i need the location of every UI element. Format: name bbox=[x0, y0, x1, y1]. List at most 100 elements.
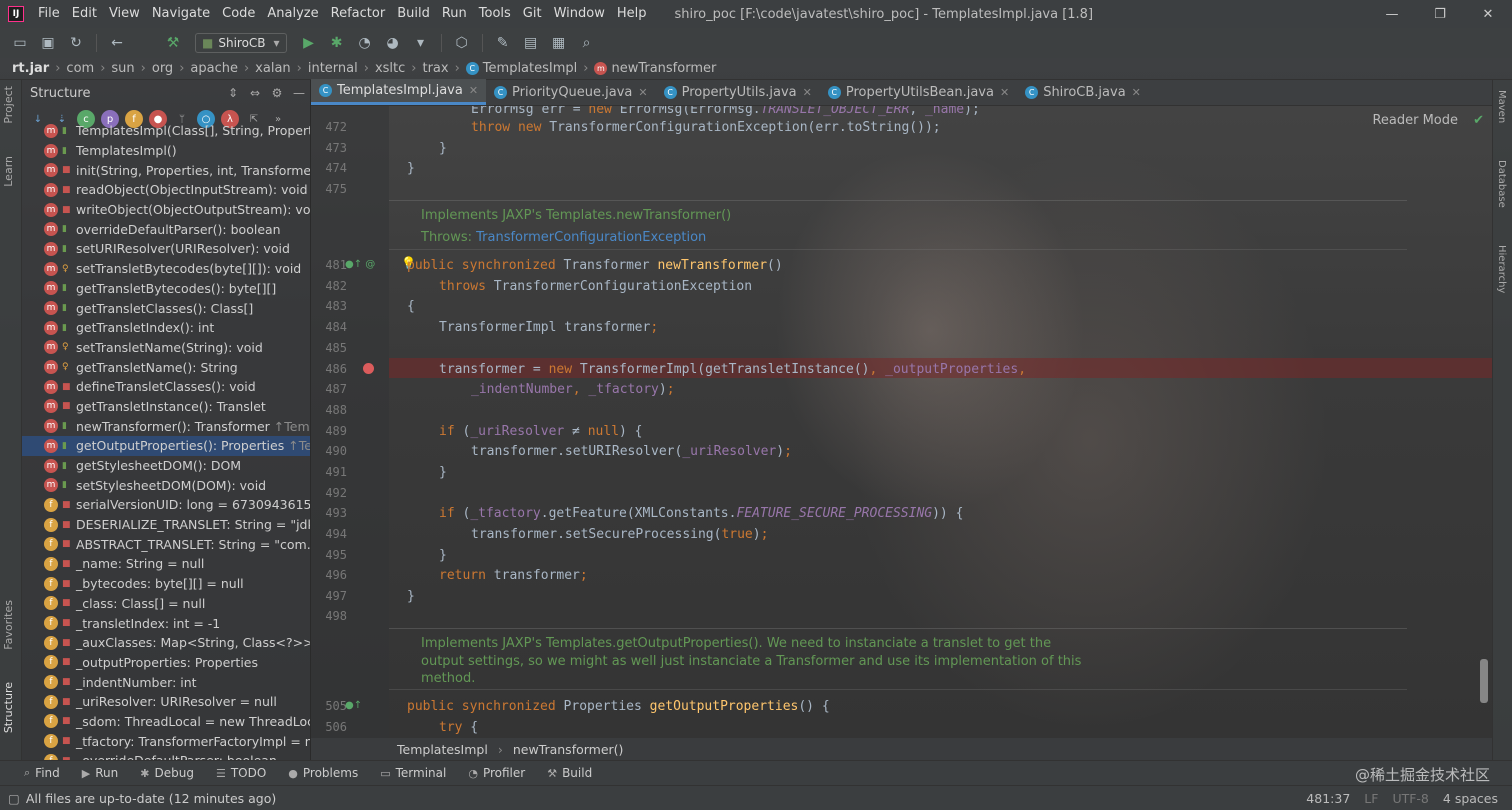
structure-tree-item[interactable]: m ■ init(String, Properties, int, Transfor… bbox=[22, 160, 310, 180]
project-structure-folder-icon[interactable]: ▤ bbox=[520, 32, 542, 54]
hide-panel-icon[interactable]: — bbox=[288, 86, 310, 100]
nav-crumb-apache[interactable]: apache bbox=[190, 61, 238, 76]
sync-icon[interactable]: ↻ bbox=[65, 32, 87, 54]
structure-tree-item[interactable]: m ▮ getTransletClasses(): Class[] bbox=[22, 298, 310, 318]
nav-crumb-class[interactable]: TemplatesImpl bbox=[483, 61, 577, 76]
more-run-chevron-icon[interactable]: ▾ bbox=[410, 32, 432, 54]
structure-tree-item[interactable]: f ■ _bytecodes: byte[][] = null bbox=[22, 574, 310, 594]
minimize-button[interactable]: — bbox=[1368, 7, 1416, 22]
forward-arrow-icon[interactable] bbox=[134, 32, 156, 54]
debug-icon[interactable]: ✱ bbox=[326, 32, 348, 54]
close-icon[interactable]: ✕ bbox=[469, 84, 478, 97]
editor-scrollbar-thumb[interactable] bbox=[1480, 659, 1488, 703]
nav-crumb-xalan[interactable]: xalan bbox=[255, 61, 290, 76]
restore-button[interactable]: ❐ bbox=[1416, 7, 1464, 22]
tool-problems[interactable]: ● Problems bbox=[288, 766, 358, 780]
nav-crumb-trax[interactable]: trax bbox=[422, 61, 448, 76]
tab-priorityqueue[interactable]: C PriorityQueue.java ✕ bbox=[486, 79, 656, 105]
close-icon[interactable]: ✕ bbox=[1132, 86, 1141, 99]
open-folder-icon[interactable]: ▭ bbox=[9, 32, 31, 54]
nav-crumb-sun[interactable]: sun bbox=[111, 61, 134, 76]
breadcrumb-method[interactable]: newTransformer() bbox=[513, 742, 624, 757]
structure-tree-item[interactable]: m ▮ TemplatesImpl() bbox=[22, 141, 310, 161]
close-icon[interactable]: ✕ bbox=[803, 86, 812, 99]
settings-wrench-icon[interactable]: ✎ bbox=[492, 32, 514, 54]
javadoc-link[interactable]: TransformerConfigurationException bbox=[476, 230, 706, 245]
tab-propertyutils[interactable]: C PropertyUtils.java ✕ bbox=[656, 79, 820, 105]
menu-git[interactable]: Git bbox=[517, 0, 548, 28]
tab-propertyutilsbean[interactable]: C PropertyUtilsBean.java ✕ bbox=[820, 79, 1017, 105]
structure-tree-item[interactable]: f ■ _transletIndex: int = -1 bbox=[22, 613, 310, 633]
structure-tree-item[interactable]: m ■ defineTransletClasses(): void bbox=[22, 377, 310, 397]
menu-file[interactable]: File bbox=[32, 0, 66, 28]
code-area[interactable]: ErrorMsg err = new ErrorMsg(ErrorMsg.TRA… bbox=[397, 106, 1492, 738]
structure-tree-item[interactable]: m ■ getTransletInstance(): Translet bbox=[22, 397, 310, 417]
caret-position[interactable]: 481:37 bbox=[1306, 791, 1350, 806]
structure-tree-item[interactable]: m ▮ setURIResolver(URIResolver): void bbox=[22, 239, 310, 259]
menu-window[interactable]: Window bbox=[548, 0, 611, 28]
maven-tool-tab[interactable]: Maven bbox=[1496, 90, 1507, 123]
tool-build[interactable]: ⚒ Build bbox=[547, 766, 592, 780]
nav-crumb-method[interactable]: newTransformer bbox=[611, 61, 716, 76]
structure-tree-item[interactable]: m ▮ getTransletIndex(): int bbox=[22, 318, 310, 338]
nav-crumb-com[interactable]: com bbox=[66, 61, 94, 76]
back-arrow-icon[interactable]: ← bbox=[106, 32, 128, 54]
editor-gutter[interactable] bbox=[311, 106, 389, 738]
close-icon[interactable]: ✕ bbox=[1000, 86, 1009, 99]
structure-tree-item[interactable]: f■_overrideDefaultParser: boolean bbox=[22, 751, 310, 760]
menu-run[interactable]: Run bbox=[436, 0, 473, 28]
status-icon[interactable]: ▢ bbox=[8, 791, 20, 806]
layout-icon[interactable]: ▦ bbox=[548, 32, 570, 54]
tool-find[interactable]: ⌕ Find bbox=[24, 766, 60, 780]
learn-tool-tab[interactable]: Learn bbox=[2, 156, 15, 187]
project-structure-icon[interactable]: ⬡ bbox=[451, 32, 473, 54]
database-tool-tab[interactable]: Database bbox=[1496, 160, 1507, 208]
tool-run[interactable]: ▶ Run bbox=[82, 766, 118, 780]
structure-tree-item[interactable]: f ■ _sdom: ThreadLocal = new ThreadLocal() bbox=[22, 712, 310, 732]
close-window-button[interactable]: ✕ bbox=[1464, 7, 1512, 22]
structure-tree-item[interactable]: f ■ serialVersionUID: long = 6730943615192 bbox=[22, 495, 310, 515]
structure-tree-item[interactable]: f ■ _outputProperties: Properties bbox=[22, 653, 310, 673]
structure-tree-item[interactable]: f ■ ABSTRACT_TRANSLET: String = "com.sur bbox=[22, 534, 310, 554]
breadcrumb-class[interactable]: TemplatesImpl bbox=[397, 742, 488, 757]
expand-all-icon[interactable]: ⇕ bbox=[222, 86, 244, 100]
nav-crumb-org[interactable]: org bbox=[152, 61, 173, 76]
implements-gutter-icon[interactable]: ●↑ bbox=[345, 700, 362, 711]
structure-tree-item[interactable]: f ■ _name: String = null bbox=[22, 554, 310, 574]
indent-setting[interactable]: 4 spaces bbox=[1443, 791, 1498, 806]
structure-tree-item[interactable]: f ■ _tfactory: TransformerFactoryImpl = nu… bbox=[22, 731, 310, 751]
tool-debug[interactable]: ✱ Debug bbox=[140, 766, 194, 780]
structure-tree-item[interactable]: m ▮ getTransletBytecodes(): byte[][] bbox=[22, 279, 310, 299]
run-configuration-select[interactable]: ■ ShiroCB ▾ bbox=[195, 33, 287, 53]
nav-crumb-rt-jar[interactable]: rt.jar bbox=[12, 61, 49, 76]
structure-tree-item[interactable]: m ♀ setTransletBytecodes(byte[][]): void bbox=[22, 259, 310, 279]
structure-tree-item[interactable]: m ♀ getTransletName(): String bbox=[22, 357, 310, 377]
code-editor[interactable]: Reader Mode ✔ 472 473 474 475 481 482 48… bbox=[311, 106, 1492, 738]
hierarchy-tool-tab[interactable]: Hierarchy bbox=[1496, 245, 1507, 293]
structure-tree-item[interactable]: f ■ _class: Class[] = null bbox=[22, 594, 310, 614]
implements-gutter-icon[interactable]: ●↑ @ bbox=[345, 259, 375, 270]
tool-todo[interactable]: ☰ TODO bbox=[216, 766, 266, 780]
save-all-icon[interactable]: ▣ bbox=[37, 32, 59, 54]
line-separator[interactable]: LF bbox=[1364, 791, 1378, 806]
menu-tools[interactable]: Tools bbox=[473, 0, 517, 28]
structure-tree-item[interactable]: m ▮ overrideDefaultParser(): boolean bbox=[22, 219, 310, 239]
nav-crumb-xsltc[interactable]: xsltc bbox=[375, 61, 405, 76]
tool-terminal[interactable]: ▭ Terminal bbox=[380, 766, 446, 780]
file-encoding[interactable]: UTF-8 bbox=[1392, 791, 1428, 806]
structure-tree-item[interactable]: m ■ writeObject(ObjectOutputStream): void bbox=[22, 200, 310, 220]
structure-tree-item[interactable]: m ▮ getStylesheetDOM(): DOM bbox=[22, 456, 310, 476]
structure-tree-item[interactable]: m ♀ setTransletName(String): void bbox=[22, 338, 310, 358]
gear-icon[interactable]: ⚙ bbox=[266, 86, 288, 100]
tool-profiler[interactable]: ◔ Profiler bbox=[468, 766, 525, 780]
structure-tree-item[interactable]: f ■ _auxClasses: Map<String, Class<?>> = n… bbox=[22, 633, 310, 653]
build-hammer-icon[interactable]: ⚒ bbox=[162, 32, 184, 54]
nav-crumb-internal[interactable]: internal bbox=[308, 61, 358, 76]
structure-tree-item[interactable]: m ▮ newTransformer(): Transformer↑Templat bbox=[22, 416, 310, 436]
search-icon[interactable]: ⌕ bbox=[576, 32, 598, 54]
menu-help[interactable]: Help bbox=[611, 0, 653, 28]
close-icon[interactable]: ✕ bbox=[638, 86, 647, 99]
menu-navigate[interactable]: Navigate bbox=[146, 0, 216, 28]
project-tool-tab[interactable]: Project bbox=[2, 86, 15, 124]
tab-shirocb[interactable]: C ShiroCB.java ✕ bbox=[1017, 79, 1149, 105]
